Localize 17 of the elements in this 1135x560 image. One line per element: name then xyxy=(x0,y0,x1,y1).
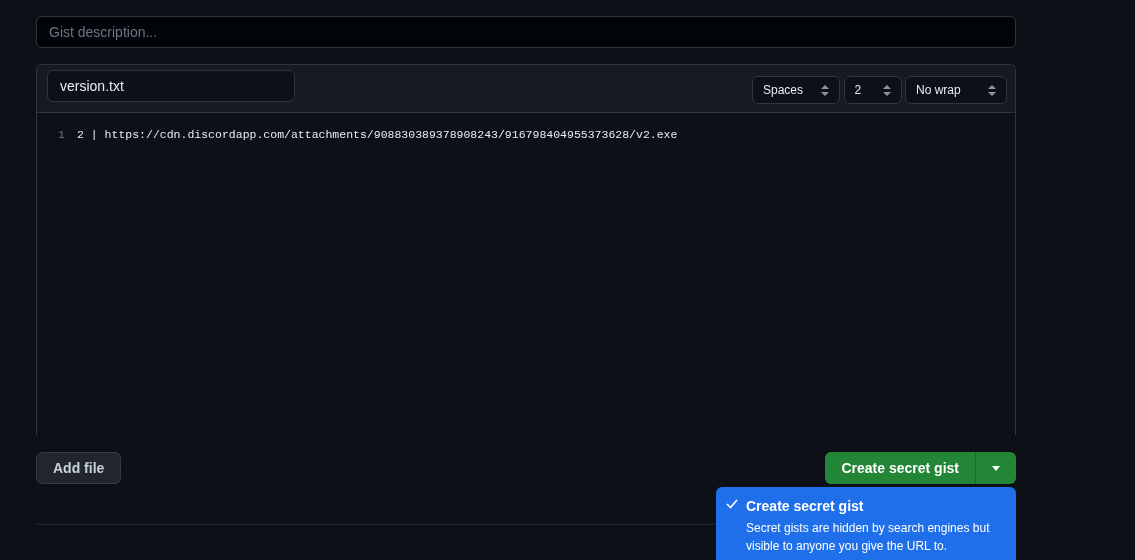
create-gist-button[interactable]: Create secret gist xyxy=(825,452,975,484)
gist-description-field[interactable]: Gist description... xyxy=(36,16,1016,48)
menu-item-description: Secret gists are hidden by search engines but visible to anyone you give the URL to. xyxy=(746,520,991,555)
indent-size-select[interactable]: 2 xyxy=(843,76,902,104)
line-number: 1 xyxy=(57,127,66,143)
visibility-menu-item[interactable]: Create secret gist Secret gists are hidden by search engines but visible to anyone you give the URL to. xyxy=(716,487,1016,560)
up-down-arrows-icon xyxy=(988,84,996,96)
up-down-arrows-icon xyxy=(882,84,891,96)
code-line: 2 | https://cdn.discordapp.com/attachments/908830389378908243/916798404955373628/v2.exe xyxy=(77,127,678,143)
dropdown-button[interactable] xyxy=(975,452,1016,484)
caret-icon xyxy=(992,465,1000,471)
wrap-mode-select[interactable]: No wrap xyxy=(905,76,1007,104)
up-down-arrows-icon xyxy=(821,84,829,96)
indent-mode-select[interactable]: Spaces xyxy=(752,76,840,104)
add-file-button[interactable]: Add file xyxy=(36,452,122,484)
filename-field[interactable]: version.txt xyxy=(47,70,295,102)
menu-item-title: Create secret gist xyxy=(746,497,865,516)
